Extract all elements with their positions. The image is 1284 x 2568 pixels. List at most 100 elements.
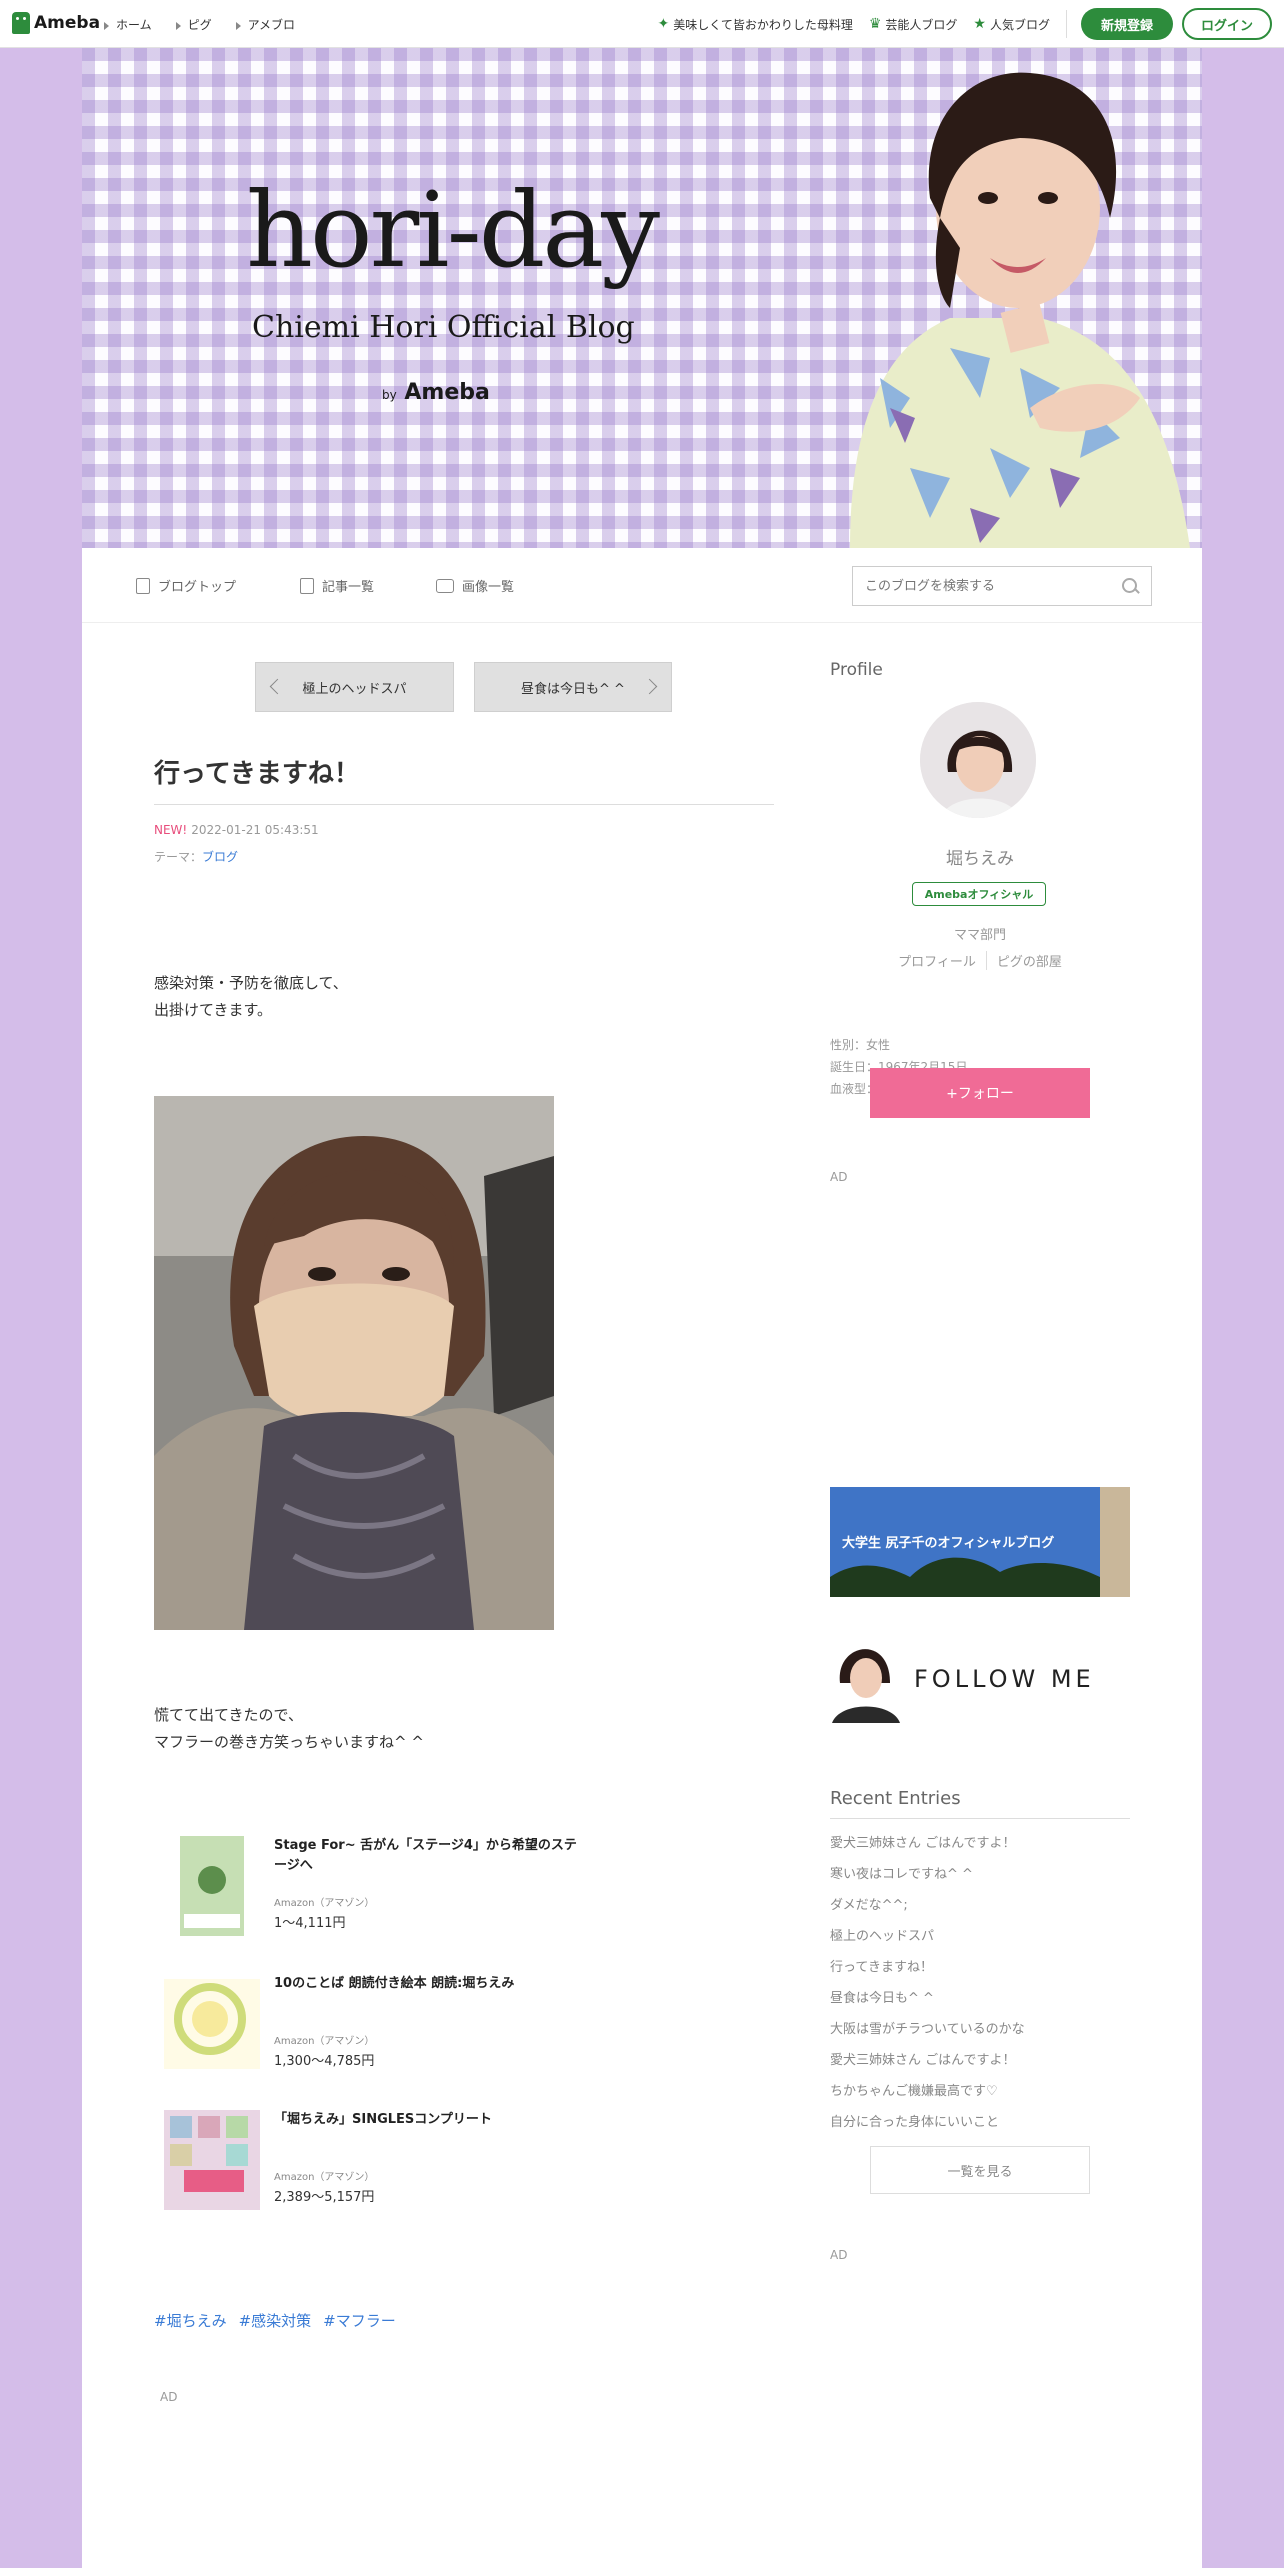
divider	[1066, 10, 1067, 38]
recent-entry-link[interactable]: 極上のヘッドスパ	[830, 1921, 1025, 1952]
recent-entry-link[interactable]: ダメだな^^;	[830, 1890, 1025, 1921]
header-portrait-photo	[850, 72, 1190, 548]
ad-label: AD	[160, 2390, 178, 2404]
hashtag-list: #堀ちえみ #感染対策 #マフラー	[154, 2310, 396, 2331]
login-button[interactable]: ログイン	[1182, 8, 1272, 40]
recent-entry-link[interactable]: 寒い夜はコレですね^ ^	[830, 1859, 1025, 1890]
profile-heading: Profile	[830, 660, 883, 680]
header-links: ✦ 美味しくて皆おかわりした母料理 ♛ 芸能人ブログ ★ 人気ブログ 新規登録 ログイ…	[657, 0, 1284, 48]
product-thumbnail	[164, 1979, 260, 2069]
banner-text: 大学生 尻子千のオフィシャルブログ	[842, 1536, 1055, 1551]
blog-title: hori-day	[246, 169, 660, 291]
nav-entry-list[interactable]: 記事一覧	[300, 576, 374, 595]
profile-name[interactable]: 堀ちえみ	[830, 844, 1130, 869]
caret-right-icon	[235, 21, 241, 30]
link-celebrity-blogs[interactable]: ♛ 芸能人ブログ	[869, 16, 958, 33]
chevron-left-icon	[269, 678, 286, 695]
nav-pigg[interactable]: ピグ	[175, 16, 212, 33]
profile-links: プロフィール ピグの部屋	[830, 951, 1130, 970]
entry-title[interactable]: 行ってきますね！	[154, 753, 360, 790]
blog-search-input[interactable]	[863, 567, 1107, 605]
product-price: 1〜4,111円	[274, 1916, 346, 1931]
logo-text: Ameba	[34, 13, 101, 33]
blog-search	[852, 566, 1152, 606]
recent-entry-link[interactable]: 昼食は今日も^ ^	[830, 1983, 1025, 2014]
link-popular-blogs[interactable]: ★ 人気ブログ	[973, 16, 1050, 33]
ad-label: AD	[830, 1170, 848, 1184]
product-thumbnail	[180, 1836, 244, 1936]
blog-container: hori-day Chiemi Hori Official Blog by Am…	[82, 48, 1202, 2568]
copy-icon	[300, 577, 314, 594]
product-price: 1,300〜4,785円	[274, 2054, 375, 2069]
product-card[interactable]: 10のことば 朗読付き絵本 朗読:堀ちえみ Amazon（アマゾン） 1,300…	[154, 1974, 614, 2084]
new-badge: NEW!	[154, 823, 188, 837]
product-title: 「堀ちえみ」SINGLESコンプリート	[274, 2112, 492, 2127]
crown-icon: ♛	[868, 16, 882, 32]
theme-link[interactable]: ブログ	[202, 850, 238, 864]
product-title: Stage For~ 舌がん「ステージ4」から希望のステージへ	[274, 1838, 577, 1873]
ad-label: AD	[830, 2248, 848, 2262]
profile-gender: 性別：女性	[830, 1038, 891, 1052]
follow-me-banner[interactable]: FOLLOW ME	[830, 1633, 1130, 1723]
product-title: 10のことば 朗読付き絵本 朗読:堀ちえみ	[274, 1976, 515, 1991]
blog-subtitle: Chiemi Hori Official Blog	[252, 310, 635, 345]
document-icon	[136, 577, 150, 594]
global-nav: ホーム ピグ アメブロ	[104, 16, 295, 33]
entry-theme: テーマ：ブログ	[154, 850, 239, 864]
nav-home[interactable]: ホーム	[104, 16, 152, 33]
blog-nav: ブログトップ 記事一覧 画像一覧	[82, 548, 1202, 623]
recent-entry-link[interactable]: ちかちゃんご機嫌最高です♡	[830, 2076, 1025, 2107]
entry-photo-selfie-mask[interactable]	[154, 1096, 554, 1630]
product-thumbnail	[164, 2110, 260, 2210]
register-button[interactable]: 新規登録	[1081, 8, 1173, 40]
global-header: Ameba ホーム ピグ アメブロ ✦ 美味しくて皆おかわりした母料理 ♛ 芸能人ブ…	[0, 0, 1284, 48]
hashtag-link[interactable]: #堀ちえみ	[154, 2310, 227, 2331]
ameba-mascot-icon	[12, 12, 30, 34]
ameba-logo[interactable]: Ameba	[12, 12, 100, 34]
nav-image-list[interactable]: 画像一覧	[436, 576, 514, 595]
recent-entries-list: 愛犬三姉妹さん ごはんですよ！ 寒い夜はコレですね^ ^ ダメだな^^; 極上の…	[830, 1828, 1025, 2138]
nav-ameblo[interactable]: アメブロ	[235, 16, 295, 33]
link-featured-recipe[interactable]: ✦ 美味しくて皆おかわりした母料理	[657, 16, 852, 33]
prev-entry-button[interactable]: 極上のヘッドスパ	[255, 662, 454, 712]
chevron-right-icon	[641, 678, 658, 695]
recent-entry-link[interactable]: 愛犬三姉妹さん ごはんですよ！	[830, 2045, 1025, 2076]
caret-right-icon	[175, 21, 181, 30]
follow-me-photo	[830, 1633, 902, 1723]
hashtag-link[interactable]: #マフラー	[323, 2310, 396, 2331]
view-all-entries-button[interactable]: 一覧を見る	[870, 2146, 1090, 2194]
product-card[interactable]: Stage For~ 舌がん「ステージ4」から希望のステージへ Amazon（ア…	[154, 1836, 614, 1946]
next-entry-button[interactable]: 昼食は今日も^ ^	[474, 662, 672, 712]
product-shop: Amazon（アマゾン）	[274, 1898, 375, 1909]
avatar[interactable]	[920, 702, 1036, 818]
blog-header-banner[interactable]: hori-day Chiemi Hori Official Blog by Am…	[82, 48, 1202, 548]
official-badge: Amebaオフィシャル	[912, 882, 1046, 906]
follow-button[interactable]: +フォロー	[870, 1068, 1090, 1118]
profile-link[interactable]: プロフィール	[888, 951, 986, 970]
by-ameba-mark: by Ameba	[382, 380, 490, 405]
recent-entry-link[interactable]: 行ってきますね！	[830, 1952, 1025, 1983]
entry-text-1: 感染対策・予防を徹底して、 出掛けてきます。	[154, 974, 348, 1019]
recent-entry-link[interactable]: 愛犬三姉妹さん ごはんですよ！	[830, 1828, 1025, 1859]
search-icon[interactable]	[1122, 578, 1137, 593]
divider	[154, 804, 774, 805]
recent-entry-link[interactable]: 大阪は雪がチラついているのかな	[830, 2014, 1025, 2045]
product-card[interactable]: 「堀ちえみ」SINGLESコンプリート Amazon（アマゾン） 2,389〜5…	[154, 2110, 614, 2220]
divider	[830, 1818, 1130, 1819]
hashtag-link[interactable]: #感染対策	[239, 2310, 312, 2331]
product-shop: Amazon（アマゾン）	[274, 2172, 375, 2183]
recent-entries-heading: Recent Entries	[830, 1788, 961, 1809]
product-shop: Amazon（アマゾン）	[274, 2036, 375, 2047]
nav-blog-top[interactable]: ブログトップ	[136, 576, 236, 595]
product-price: 2,389〜5,157円	[274, 2190, 375, 2205]
sparkle-icon: ✦	[657, 16, 670, 32]
caret-right-icon	[104, 21, 109, 30]
camera-icon	[436, 578, 454, 593]
profile-category[interactable]: ママ部門	[830, 924, 1130, 943]
entry-date: NEW! 2022-01-21 05:43:51	[154, 823, 319, 837]
recommended-blog-banner[interactable]: 大学生 尻子千のオフィシャルブログ	[830, 1487, 1130, 1597]
recent-entry-link[interactable]: 自分に合った身体にいいこと	[830, 2107, 1025, 2138]
follow-me-text: FOLLOW ME	[914, 1665, 1095, 1693]
pigg-room-link[interactable]: ピグの部屋	[985, 951, 1072, 970]
entry-text-2: 慌てて出てきたので、 マフラーの巻き方笑っちゃいますね^ ^	[154, 1706, 424, 1751]
